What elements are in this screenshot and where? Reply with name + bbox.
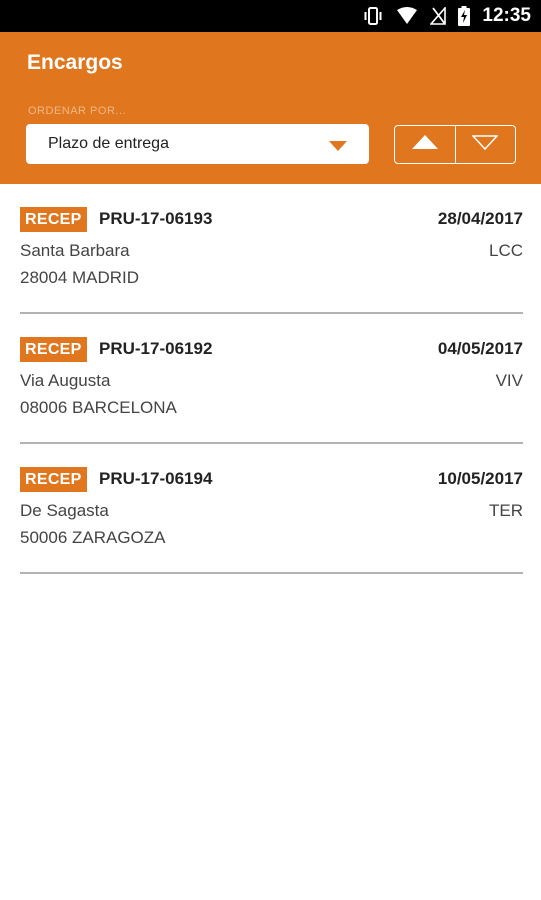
list-item[interactable]: RECEP PRU-17-06192 04/05/2017 Via August…: [0, 314, 541, 444]
sort-select[interactable]: Plazo de entrega: [26, 124, 369, 164]
order-street: De Sagasta: [20, 501, 109, 520]
order-date: 28/04/2017: [437, 209, 523, 228]
wifi-icon: [396, 7, 418, 25]
status-icons: 12:35: [350, 0, 531, 32]
divider: [20, 572, 523, 574]
status-badge: RECEP: [20, 207, 87, 232]
order-tag: LCC: [488, 241, 523, 260]
status-badge: RECEP: [20, 337, 87, 362]
order-code: PRU-17-06194: [99, 469, 213, 488]
order-tag: TER: [489, 501, 523, 520]
battery-charging-icon: [458, 6, 471, 26]
order-code: PRU-17-06193: [99, 209, 213, 228]
order-tag: VIV: [495, 371, 523, 390]
no-signal-icon: [430, 7, 447, 25]
status-time: 12:35: [482, 5, 531, 26]
triangle-up-filled-icon: [411, 135, 438, 154]
order-code: PRU-17-06192: [99, 339, 213, 358]
order-date: 04/05/2017: [437, 339, 523, 358]
triangle-down-outline-icon: [471, 134, 499, 155]
order-city: 28004 MADRID: [20, 268, 140, 287]
sort-descending-button[interactable]: [454, 126, 516, 163]
order-city: 08006 BARCELONA: [20, 398, 177, 417]
status-badge: RECEP: [20, 467, 87, 492]
order-city: 50006 ZARAGOZA: [20, 528, 166, 547]
order-street: Santa Barbara: [20, 241, 130, 260]
order-date: 10/05/2017: [437, 469, 523, 488]
sort-order-toggle: [394, 125, 516, 164]
dropdown-arrow-icon: [329, 139, 347, 157]
list-item[interactable]: RECEP PRU-17-06193 28/04/2017 Santa Barb…: [0, 184, 541, 314]
page-title: Encargos: [27, 51, 123, 74]
sort-ascending-button[interactable]: [395, 126, 455, 163]
list-item[interactable]: RECEP PRU-17-06194 10/05/2017 De Sagasta…: [0, 444, 541, 574]
sort-select-value: Plazo de entrega: [48, 135, 169, 152]
app-header: Encargos ORDENAR POR... Plazo de entrega: [0, 32, 541, 184]
order-street: Via Augusta: [20, 371, 111, 390]
orders-list: RECEP PRU-17-06193 28/04/2017 Santa Barb…: [0, 184, 541, 574]
vibrate-icon: [362, 7, 384, 25]
status-bar: 12:35: [0, 0, 541, 32]
sort-by-label: ORDENAR POR...: [28, 105, 127, 117]
